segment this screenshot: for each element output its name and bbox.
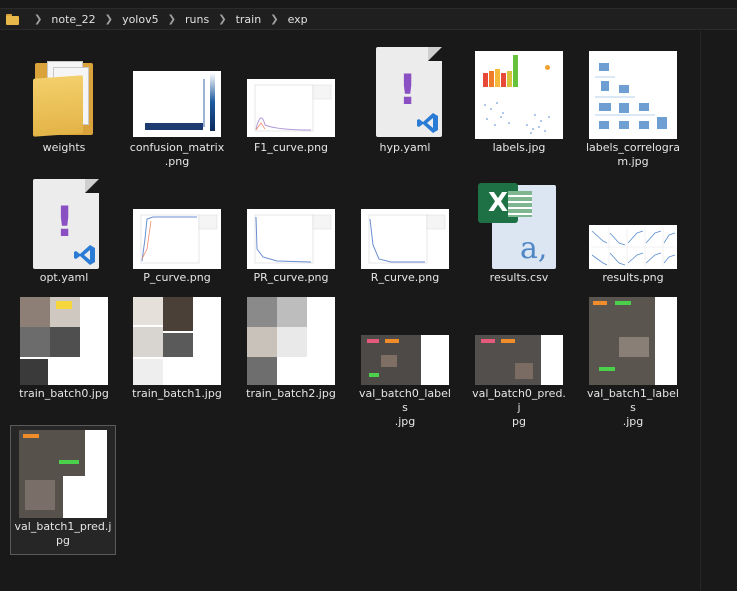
file-name: .jpg <box>622 415 644 428</box>
folder-icon <box>19 51 109 141</box>
image-thumbnail <box>132 181 222 271</box>
breadcrumb-yolov5[interactable]: yolov5 <box>122 13 159 26</box>
file-name: val_batch1_pred.j <box>14 520 112 533</box>
image-thumbnail <box>246 297 336 387</box>
yaml-file-icon: ! <box>360 47 450 141</box>
file-name: .jpg <box>394 415 416 428</box>
file-item-labels-jpg[interactable]: labels.jpg <box>469 51 569 155</box>
file-name: hyp.yaml <box>379 141 431 154</box>
file-grid: weights confusion_matrix .png F1_curve.p… <box>0 31 700 591</box>
file-item-results-png[interactable]: results.png <box>583 181 683 285</box>
vertical-scrollbar[interactable] <box>700 31 737 591</box>
image-thumbnail <box>474 51 564 141</box>
file-name: labels_correlogra <box>585 141 681 154</box>
file-name: m.jpg <box>617 155 649 168</box>
file-item-val-batch1-labels[interactable]: val_batch1_labels .jpg <box>583 297 683 429</box>
file-name: results.png <box>602 271 664 284</box>
file-item-train-batch1[interactable]: train_batch1.jpg <box>127 297 227 401</box>
file-item-val-batch1-pred[interactable]: val_batch1_pred.j pg <box>10 425 116 555</box>
file-name: train_batch2.jpg <box>246 387 336 400</box>
file-name: labels.jpg <box>492 141 546 154</box>
chevron-right-icon: ❯ <box>167 13 176 25</box>
file-item-f1-curve[interactable]: F1_curve.png <box>241 51 341 155</box>
file-item-results-csv[interactable]: X a, results.csv <box>469 181 569 285</box>
chevron-right-icon: ❯ <box>34 13 43 25</box>
excel-csv-icon: X a, <box>474 181 564 271</box>
file-name: opt.yaml <box>39 271 89 284</box>
file-name: val_batch1_labels <box>587 387 679 414</box>
chevron-right-icon: ❯ <box>270 13 279 25</box>
address-bar[interactable]: ❯ note_22 ❯ yolov5 ❯ runs ❯ train ❯ exp <box>0 8 737 30</box>
file-item-p-curve[interactable]: P_curve.png <box>127 181 227 285</box>
file-item-opt-yaml[interactable]: ! opt.yaml <box>14 179 114 285</box>
file-name: P_curve.png <box>143 271 211 284</box>
file-item-labels-correlogram[interactable]: labels_correlogra m.jpg <box>583 51 683 169</box>
image-thumbnail <box>360 181 450 271</box>
exclamation-icon: ! <box>55 197 75 246</box>
image-thumbnail <box>19 297 109 387</box>
image-thumbnail <box>18 430 108 520</box>
chevron-right-icon: ❯ <box>104 13 114 25</box>
file-item-r-curve[interactable]: R_curve.png <box>355 181 455 285</box>
file-item-train-batch0[interactable]: train_batch0.jpg <box>14 297 114 401</box>
file-name: val_batch0_labels <box>359 387 451 414</box>
file-name: pg <box>512 415 526 428</box>
image-thumbnail <box>132 51 222 141</box>
image-thumbnail <box>246 51 336 141</box>
file-name: train_batch0.jpg <box>19 387 109 400</box>
file-name: val_batch0_pred.j <box>472 387 566 414</box>
image-thumbnail <box>246 181 336 271</box>
file-name: weights <box>42 141 86 154</box>
image-thumbnail <box>588 181 678 271</box>
folder-icon <box>6 13 19 25</box>
file-name: results.csv <box>489 271 549 284</box>
file-item-weights[interactable]: weights <box>14 51 114 155</box>
image-thumbnail <box>588 51 678 141</box>
breadcrumb-note_22[interactable]: note_22 <box>51 13 95 26</box>
file-name: F1_curve.png <box>253 141 329 154</box>
file-item-hyp-yaml[interactable]: ! hyp.yaml <box>355 47 455 155</box>
image-thumbnail <box>132 297 222 387</box>
file-name: .png <box>164 155 190 168</box>
vscode-icon <box>74 245 95 265</box>
csv-letter: a, <box>520 231 548 266</box>
file-item-val-batch0-labels[interactable]: val_batch0_labels .jpg <box>355 297 455 429</box>
yaml-file-icon: ! <box>19 179 109 271</box>
file-name: R_curve.png <box>370 271 440 284</box>
image-thumbnail <box>474 297 564 387</box>
image-thumbnail <box>588 297 678 387</box>
breadcrumb-train[interactable]: train <box>236 13 262 26</box>
file-item-train-batch2[interactable]: train_batch2.jpg <box>241 297 341 401</box>
breadcrumb-runs[interactable]: runs <box>185 13 209 26</box>
file-item-confusion-matrix[interactable]: confusion_matrix .png <box>127 51 227 169</box>
vscode-icon <box>417 113 438 133</box>
file-item-pr-curve[interactable]: PR_curve.png <box>241 181 341 285</box>
file-name: pg <box>56 534 70 547</box>
file-name: confusion_matrix <box>129 141 225 154</box>
image-thumbnail <box>360 297 450 387</box>
file-name: PR_curve.png <box>253 271 329 284</box>
exclamation-icon: ! <box>398 65 418 114</box>
chevron-right-icon: ❯ <box>218 13 227 25</box>
breadcrumb-exp[interactable]: exp <box>288 13 308 26</box>
file-item-val-batch0-pred[interactable]: val_batch0_pred.j pg <box>469 297 569 429</box>
file-name: train_batch1.jpg <box>132 387 222 400</box>
